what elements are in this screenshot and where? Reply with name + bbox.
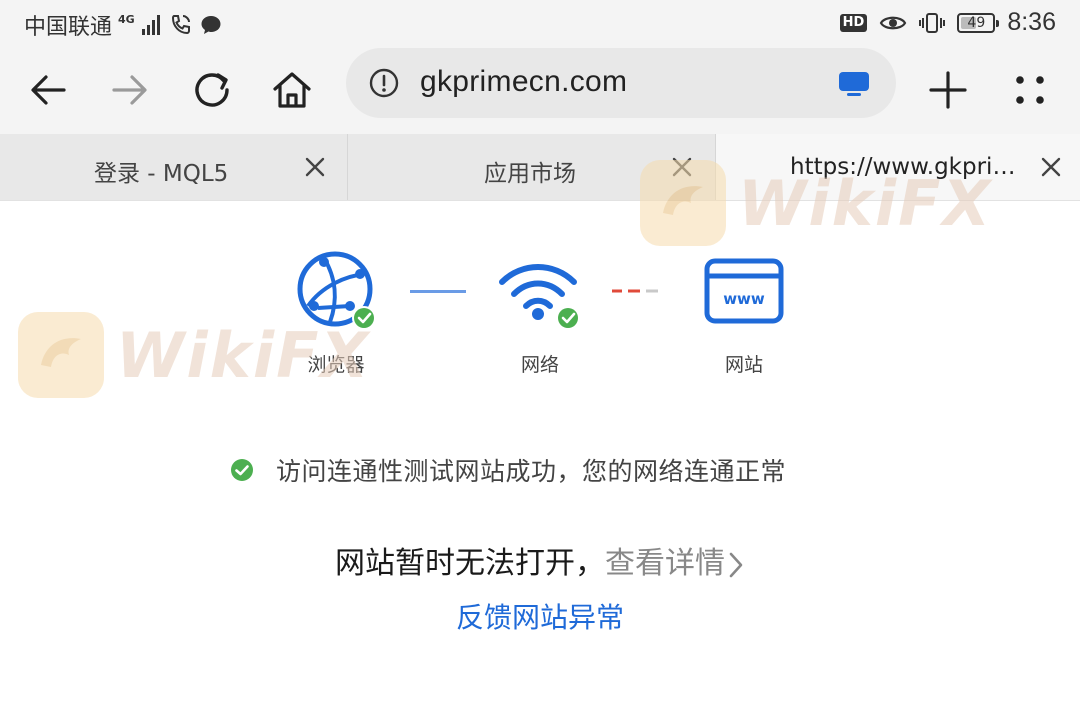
network-label: 网络 [520,354,559,376]
check-circle-icon [231,459,253,481]
message-bubble-icon [201,16,221,34]
vibrate-icon [919,12,946,33]
tab-gkprime[interactable]: https://www.gkpri… [716,134,1080,200]
reload-icon [195,73,229,107]
status-bar-left: 中国联通 4G [24,9,223,41]
tab-app-market[interactable]: 应用市场 [348,134,716,200]
menu-dots-icon [1016,76,1044,104]
home-icon [273,72,311,108]
home-button[interactable] [264,62,320,118]
view-details-link[interactable]: 查看详情 [605,546,725,581]
reload-button[interactable] [184,62,240,118]
close-icon[interactable] [670,155,694,179]
connector-browser-network [410,290,466,293]
tab-mql5-login[interactable]: 登录 - MQL5 [0,134,348,200]
website-label: 网站 [724,354,763,376]
browser-toolbar: gkprimecn.com [0,48,1080,134]
new-tab-button[interactable] [920,62,976,118]
back-arrow-icon [31,75,66,105]
error-row: 网站暂时无法打开，查看详情 [0,538,1080,582]
phone-wifi-call-icon [171,15,190,35]
clock: 8:36 [1007,8,1056,36]
website-www-icon: www [704,258,784,324]
menu-button[interactable] [1002,62,1058,118]
feedback-link[interactable]: 反馈网站异常 [0,596,1080,636]
hd-badge: HD [839,13,868,32]
status-bar: 中国联通 4G HD 49 8:36 [0,0,1080,48]
battery-indicator: 49 [957,12,1000,33]
battery-level: 49 [967,14,986,31]
close-icon[interactable] [303,155,327,179]
tab-title: https://www.gkpri… [790,154,1016,180]
wifi-icon [499,264,580,330]
forward-button[interactable] [102,62,158,118]
tab-title: 登录 - MQL5 [94,161,229,187]
carrier-name: 中国联通 [24,15,113,40]
url-text[interactable]: gkprimecn.com [420,65,627,99]
www-text: www [723,290,765,308]
browser-label: 浏览器 [307,354,365,376]
connector-network-website [612,289,658,293]
info-icon[interactable] [368,67,400,99]
tv-icon[interactable] [838,70,870,98]
eye-icon [880,16,907,29]
new-tab-plus-icon [929,71,967,109]
back-button[interactable] [20,62,76,118]
network-type: 4G [118,13,135,26]
success-text: 访问连通性测试网站成功，您的网络连通正常 [276,457,787,486]
status-bar-right: HD 49 8:36 [839,8,1056,37]
signal-icon [141,15,160,35]
connectivity-diagram: 浏览器 网络 www 网站 [0,200,1080,400]
success-message-row: 访问连通性测试网站成功，您的网络连通正常 [230,452,786,488]
close-icon[interactable] [1039,155,1063,179]
tab-bar: 登录 - MQL5 应用市场 https://www.gkpri… [0,134,1080,201]
browser-globe-icon [297,251,376,330]
chevron-right-icon[interactable] [727,550,745,580]
tab-title: 应用市场 [484,161,576,187]
forward-arrow-icon [112,75,147,105]
address-bar[interactable]: gkprimecn.com [346,48,896,118]
error-title: 网站暂时无法打开， [335,546,605,581]
